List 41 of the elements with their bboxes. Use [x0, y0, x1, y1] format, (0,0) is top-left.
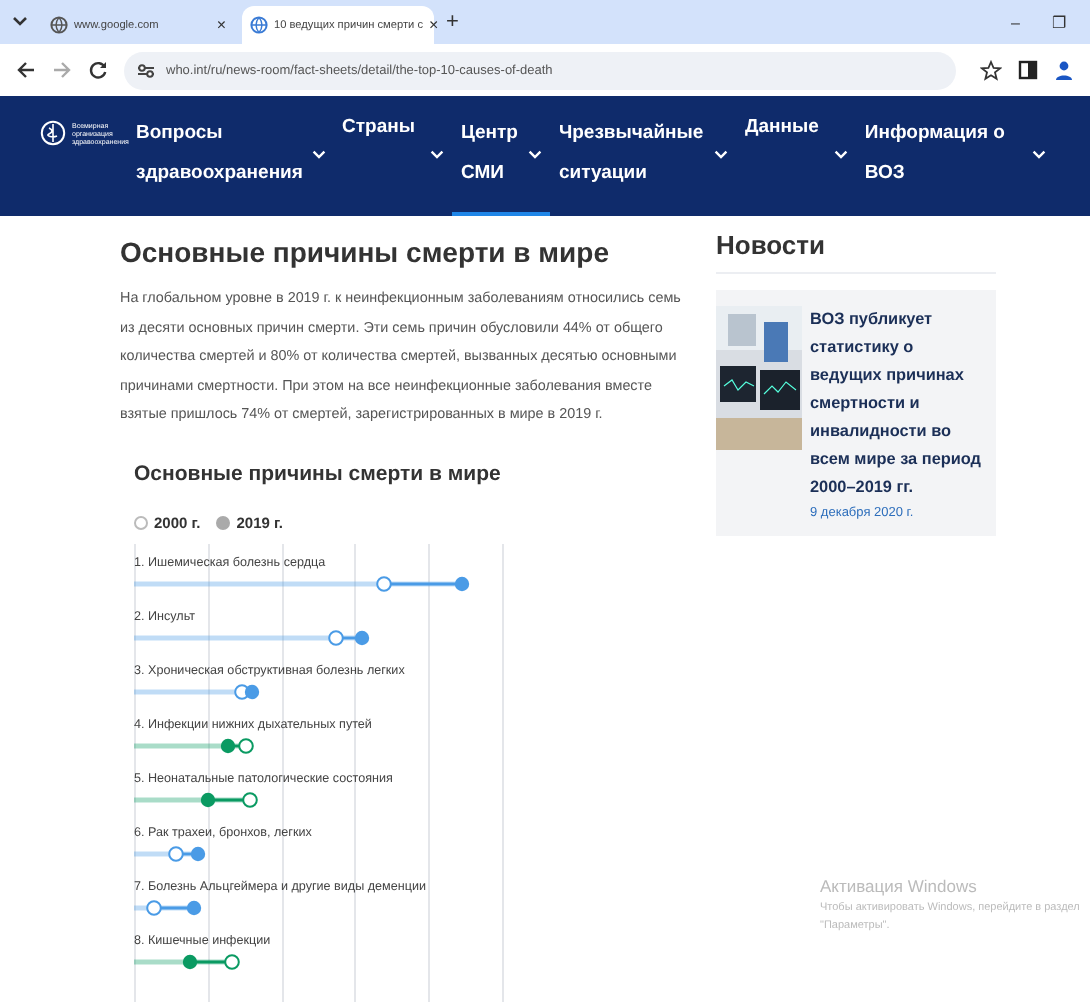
- news-headline[interactable]: ВОЗ публикует статистику о ведущих причинах смертности и инвалидности во всем мире за период 2000–2019 гг.: [810, 306, 988, 502]
- caret-icon: [834, 149, 849, 159]
- news-heading: Новости: [716, 230, 996, 274]
- reload-icon: [88, 60, 108, 80]
- star-icon: [980, 59, 1002, 81]
- caret-icon: [714, 149, 729, 159]
- radio-icon[interactable]: [134, 515, 148, 529]
- close-tab-button[interactable]: ×: [429, 16, 439, 34]
- data-point: [168, 845, 184, 861]
- site-settings-icon: [136, 61, 156, 79]
- radio-icon[interactable]: [216, 515, 231, 529]
- caret-icon: [528, 149, 543, 159]
- data-point: [376, 575, 392, 591]
- profile-icon: [1054, 60, 1074, 80]
- window-control-button[interactable]: –: [1011, 13, 1020, 31]
- chart-title: Основные причины смерти в мире: [134, 461, 503, 485]
- globe-icon: [250, 16, 268, 34]
- data-point: [224, 953, 240, 969]
- emblem-icon: [40, 120, 66, 146]
- nav-menu-item[interactable]: Вопросы здравоохранения: [128, 96, 334, 216]
- caret-icon: [430, 149, 445, 159]
- nav-menu-item[interactable]: Центр СМИ: [452, 96, 551, 216]
- globe-icon: [50, 16, 68, 34]
- nav-menu-item[interactable]: Информация о ВОЗ: [856, 96, 1055, 216]
- window-control-button[interactable]: ❐: [1052, 13, 1066, 31]
- caret-icon: [12, 16, 28, 28]
- activation-title: Активация Windows: [820, 876, 979, 896]
- side-panel-icon: [1018, 60, 1038, 80]
- nav-menu-item[interactable]: Чрезвычайные ситуации: [550, 96, 737, 216]
- caret-icon: [312, 149, 326, 159]
- close-tab-button[interactable]: ×: [216, 16, 226, 34]
- article-title: Основные причины смерти в мире: [120, 236, 611, 268]
- forward-icon: [52, 60, 72, 80]
- caret-icon: [1032, 149, 1047, 159]
- nav-menu-item[interactable]: Страны: [334, 96, 453, 216]
- new-tab-button[interactable]: +: [446, 10, 459, 34]
- data-point: [328, 629, 344, 645]
- data-point: [242, 791, 258, 807]
- back-icon: [16, 60, 36, 80]
- nav-menu-item[interactable]: Данные: [736, 96, 857, 216]
- data-point: [146, 899, 162, 915]
